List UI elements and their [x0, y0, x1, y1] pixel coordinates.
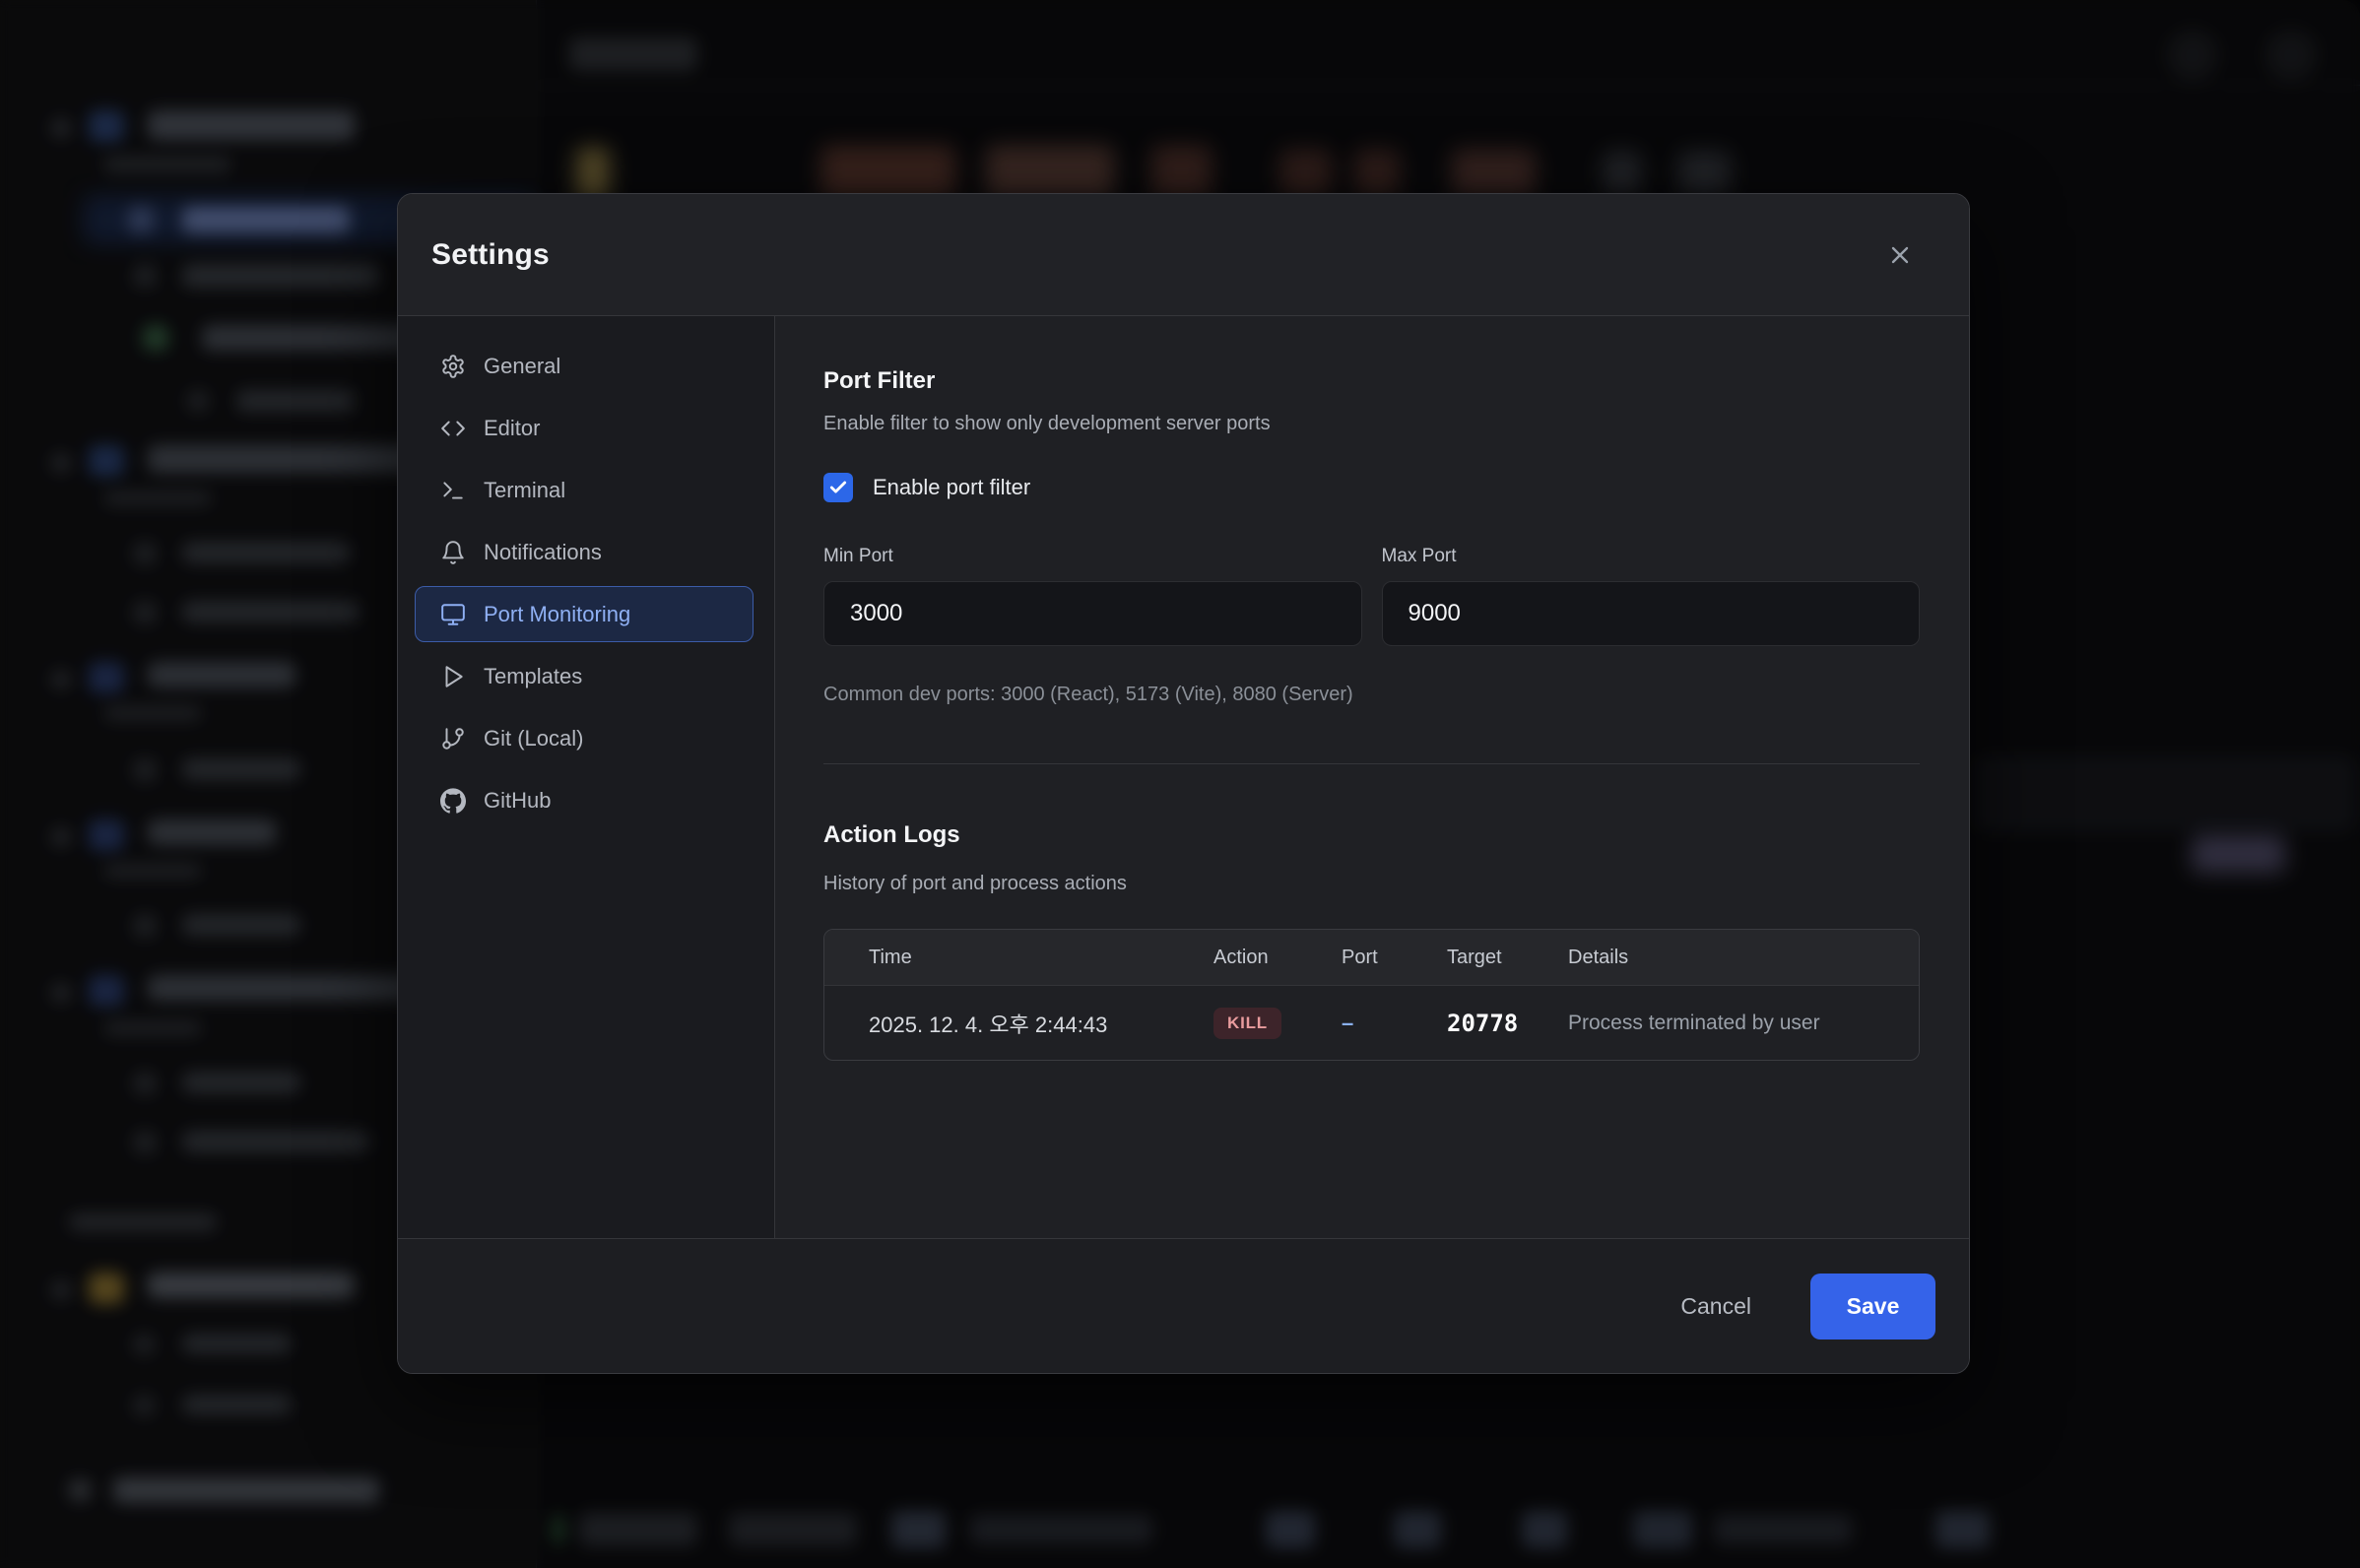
github-icon [440, 788, 466, 814]
dialog-body: General Editor Terminal Notifications Port M… [398, 316, 1969, 1238]
table-body: 2025. 12. 4. 오후 2:44:43KILL –20778Process… [824, 986, 1919, 1060]
dialog-footer: Cancel Save [398, 1238, 1969, 1373]
max-port-label: Max Port [1382, 546, 1921, 567]
section-divider [823, 763, 1920, 764]
port-filter-heading: Port Filter [823, 367, 1920, 395]
bell-icon [440, 540, 466, 565]
log-details: Process terminated by user [1568, 1012, 1919, 1035]
save-button[interactable]: Save [1810, 1274, 1935, 1339]
settings-content: Port Filter Enable filter to show only d… [775, 316, 1969, 1238]
nav-item-label: General [484, 354, 560, 379]
column-header-port: Port [1342, 947, 1447, 969]
close-button[interactable] [1878, 233, 1922, 277]
table-header-row: TimeActionPortTargetDetails [824, 930, 1919, 986]
nav-item-label: Port Monitoring [484, 602, 630, 627]
dialog-header: Settings [398, 194, 1969, 316]
column-header-time: Time [869, 947, 1213, 969]
min-port-field-group: Min Port [823, 546, 1362, 646]
max-port-input[interactable] [1382, 581, 1921, 646]
log-time: 2025. 12. 4. 오후 2:44:43 [869, 1008, 1213, 1039]
enable-port-filter-checkbox-row[interactable]: Enable port filter [823, 473, 1920, 502]
port-range-fields: Min Port Max Port [823, 546, 1920, 646]
nav-item-label: Terminal [484, 478, 565, 503]
log-target: 20778 [1447, 1010, 1568, 1037]
common-ports-hint: Common dev ports: 3000 (React), 5173 (Vi… [823, 684, 1920, 706]
git-branch-icon [440, 726, 466, 751]
settings-nav: General Editor Terminal Notifications Port M… [398, 316, 775, 1238]
enable-port-filter-label: Enable port filter [873, 475, 1030, 500]
max-port-field-group: Max Port [1382, 546, 1921, 646]
nav-item-label: GitHub [484, 788, 551, 814]
nav-item-github[interactable]: GitHub [415, 772, 754, 828]
action-logs-heading: Action Logs [823, 821, 1920, 849]
nav-item-label: Git (Local) [484, 726, 583, 751]
dialog-title: Settings [431, 238, 550, 272]
nav-item-templates[interactable]: Templates [415, 648, 754, 704]
nav-item-editor[interactable]: Editor [415, 400, 754, 456]
log-port: – [1342, 1011, 1447, 1036]
nav-item-notifications[interactable]: Notifications [415, 524, 754, 580]
log-table-row: 2025. 12. 4. 오후 2:44:43KILL –20778Process… [824, 986, 1919, 1060]
min-port-input[interactable] [823, 581, 1362, 646]
nav-item-port-monitoring[interactable]: Port Monitoring [415, 586, 754, 642]
nav-item-general[interactable]: General [415, 338, 754, 394]
nav-item-git-local[interactable]: Git (Local) [415, 710, 754, 766]
port-filter-description: Enable filter to show only development s… [823, 413, 1920, 435]
settings-dialog: Settings General Editor Terminal Notificati… [397, 193, 1970, 1374]
column-header-action: Action [1213, 947, 1342, 969]
column-header-target: Target [1447, 947, 1568, 969]
nav-item-label: Notifications [484, 540, 602, 565]
action-logs-section: Action Logs History of port and process … [823, 821, 1920, 1061]
code-icon [440, 416, 466, 441]
kill-badge: KILL [1213, 1008, 1281, 1039]
enable-port-filter-checkbox[interactable] [823, 473, 853, 502]
terminal-icon [440, 478, 466, 503]
check-icon [828, 478, 848, 497]
action-logs-description: History of port and process actions [823, 873, 1920, 895]
action-logs-table: TimeActionPortTargetDetails 2025. 12. 4.… [823, 929, 1920, 1061]
nav-item-terminal[interactable]: Terminal [415, 462, 754, 518]
gear-icon [440, 354, 466, 379]
close-icon [1886, 241, 1914, 269]
play-icon [440, 664, 466, 689]
port-filter-section: Port Filter Enable filter to show only d… [823, 367, 1920, 706]
nav-item-label: Editor [484, 416, 540, 441]
cancel-button[interactable]: Cancel [1657, 1277, 1775, 1336]
column-header-details: Details [1568, 947, 1919, 969]
monitor-icon [440, 602, 466, 627]
min-port-label: Min Port [823, 546, 1362, 567]
screen: ✕ ⊞ [0, 0, 2360, 1568]
nav-item-label: Templates [484, 664, 582, 689]
